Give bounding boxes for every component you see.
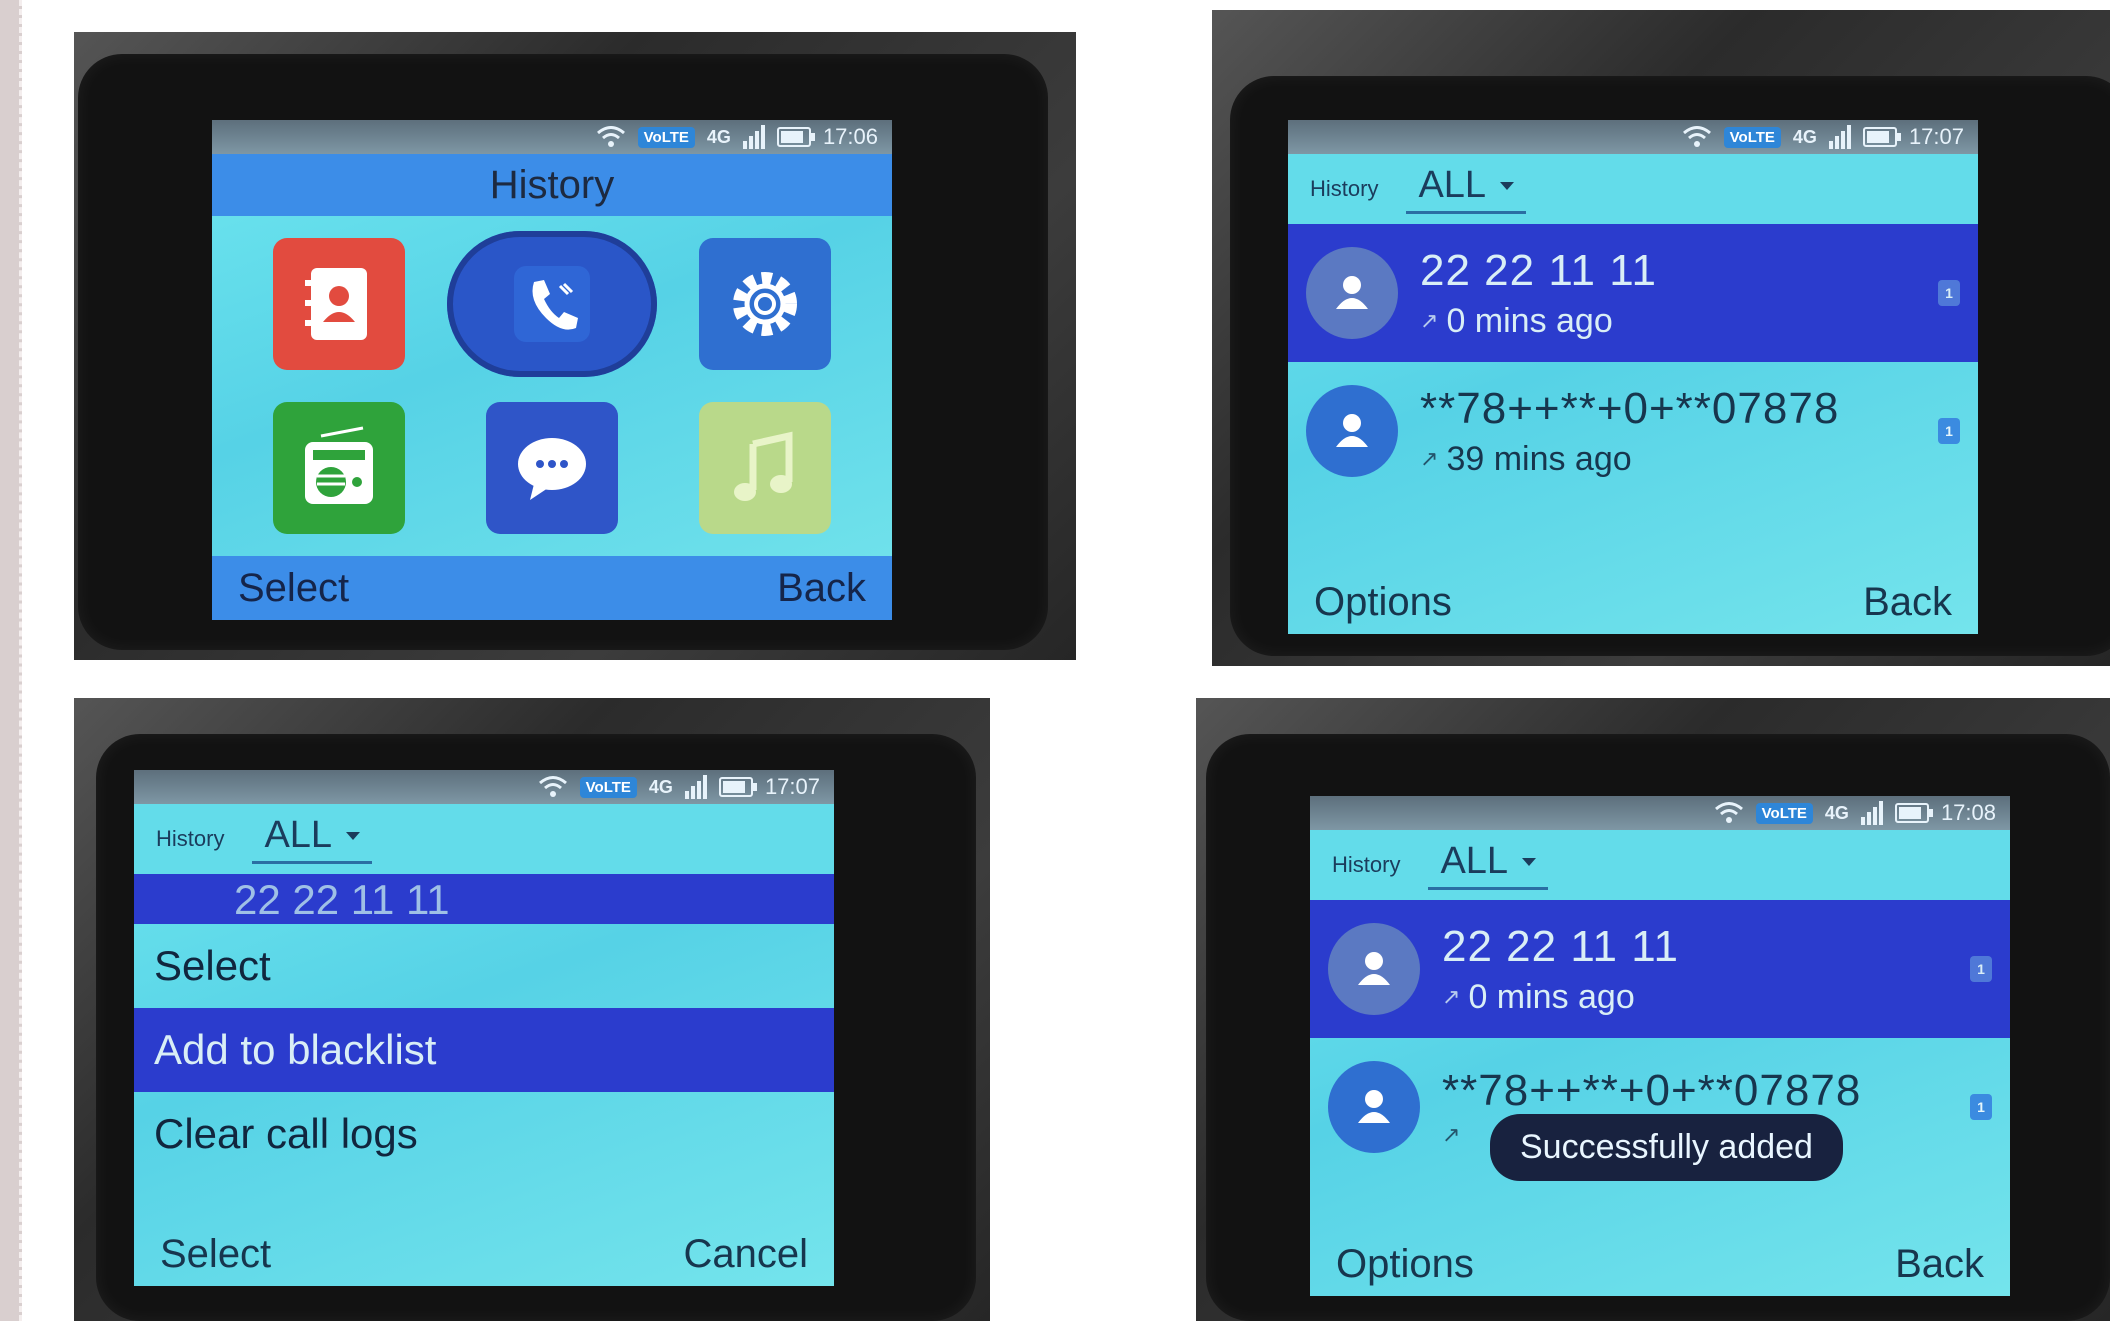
menu-item-clear-call-logs[interactable]: Clear call logs <box>134 1092 834 1176</box>
call-time: 0 mins ago <box>1446 301 1613 340</box>
network-type: 4G <box>1792 126 1817 147</box>
clock: 17:07 <box>1908 124 1964 149</box>
caret-down-icon <box>1500 181 1515 190</box>
softkey-back[interactable]: Back <box>777 566 866 611</box>
filter-value: ALL <box>264 814 333 856</box>
call-direction-icon: ↗ <box>1442 984 1461 1009</box>
softkey-back[interactable]: Back <box>1895 1242 1984 1287</box>
call-number: 22 22 11 11 <box>1442 921 1679 971</box>
call-log-row-peek: 22 22 11 11 <box>134 874 834 924</box>
battery-icon <box>776 127 815 147</box>
wifi-icon <box>1682 124 1712 150</box>
softkey-bar: Options Back <box>1310 1232 2010 1296</box>
volte-badge: VoLTE <box>637 126 695 148</box>
softkey-bar: Select Cancel <box>134 1222 834 1286</box>
status-bar: VoLTE 4G 17:07 <box>1288 120 1978 154</box>
history-label: History <box>1332 852 1401 877</box>
softkey-bar: Options Back <box>1288 570 1978 634</box>
call-direction-icon: ↗ <box>1420 308 1439 333</box>
softkey-select[interactable]: Select <box>160 1232 271 1277</box>
status-bar: VoLTE 4G 17:08 <box>1310 796 2010 830</box>
status-bar: VoLTE 4G 17:06 <box>212 120 892 154</box>
avatar-icon <box>1328 1061 1420 1153</box>
call-number: 22 22 11 11 <box>1420 245 1657 295</box>
call-log-row[interactable]: 22 22 11 11 ↗ 0 mins ago 1 <box>1310 900 2010 1038</box>
history-header: History ALL <box>1310 830 2010 900</box>
call-number: **78++**+0+**07878 <box>1420 383 1840 433</box>
app-grid <box>212 216 892 556</box>
filter-dropdown[interactable]: ALL <box>252 814 373 864</box>
call-time: 39 mins ago <box>1446 439 1632 478</box>
photo-panel-options-menu: VoLTE 4G 17:07 History ALL 22 22 11 11 S… <box>74 698 990 1321</box>
battery-icon <box>718 777 757 797</box>
history-label: History <box>156 826 225 851</box>
settings-icon[interactable] <box>699 238 832 370</box>
battery-icon <box>1894 803 1933 823</box>
menu-item-select[interactable]: Select <box>134 924 834 1008</box>
wifi-icon <box>1714 800 1744 826</box>
filter-value: ALL <box>1418 164 1487 206</box>
avatar-icon <box>1306 247 1398 339</box>
call-log-row[interactable]: **78++**+0+**07878 ↗ 39 mins ago 1 <box>1288 362 1978 500</box>
history-header: History ALL <box>1288 154 1978 224</box>
softkey-select[interactable]: Select <box>238 566 349 611</box>
battery-icon <box>1862 127 1901 147</box>
softkey-bar: Select Back <box>212 556 892 620</box>
radio-icon[interactable] <box>272 402 405 534</box>
network-type: 4G <box>648 776 673 797</box>
music-icon[interactable] <box>699 402 832 534</box>
phone-screen-home: VoLTE 4G 17:06 History Select Back <box>212 120 892 620</box>
signal-icon <box>1828 125 1851 149</box>
volte-badge: VoLTE <box>579 776 637 798</box>
sim1-icon: 1 <box>1970 1094 1992 1120</box>
wifi-icon <box>596 124 626 150</box>
photo-panel-home: VoLTE 4G 17:06 History Select Back <box>74 32 1076 660</box>
wifi-icon <box>538 774 568 800</box>
status-bar: VoLTE 4G 17:07 <box>134 770 834 804</box>
photo-panel-history-list: VoLTE 4G 17:07 History ALL 22 22 11 11 ↗… <box>1212 10 2110 666</box>
menu-item-add-to-blacklist[interactable]: Add to blacklist <box>134 1008 834 1092</box>
history-header: History ALL <box>134 804 834 874</box>
clock: 17:08 <box>1940 800 1996 825</box>
toast-message: Successfully added <box>1490 1114 1843 1181</box>
phone-screen-success: VoLTE 4G 17:08 History ALL 22 22 11 11 ↗… <box>1310 796 2010 1296</box>
messages-icon[interactable] <box>485 402 618 534</box>
contacts-icon[interactable] <box>272 238 405 370</box>
photo-panel-success: VoLTE 4G 17:08 History ALL 22 22 11 11 ↗… <box>1196 698 2110 1321</box>
clock: 17:06 <box>822 124 878 149</box>
sim1-icon: 1 <box>1938 280 1960 306</box>
softkey-cancel[interactable]: Cancel <box>683 1232 808 1277</box>
filter-dropdown[interactable]: ALL <box>1406 164 1527 214</box>
signal-icon <box>684 775 707 799</box>
filter-value: ALL <box>1440 840 1509 882</box>
filter-dropdown[interactable]: ALL <box>1428 840 1549 890</box>
sim1-icon: 1 <box>1970 956 1992 982</box>
signal-icon <box>1860 801 1883 825</box>
softkey-options[interactable]: Options <box>1336 1242 1474 1287</box>
call-time: 0 mins ago <box>1468 977 1635 1016</box>
clock: 17:07 <box>764 774 820 799</box>
history-label: History <box>1310 176 1379 201</box>
call-log-row[interactable]: 22 22 11 11 ↗ 0 mins ago 1 <box>1288 224 1978 362</box>
image-edge-strip <box>0 0 22 1321</box>
sim1-icon: 1 <box>1938 418 1960 444</box>
network-type: 4G <box>706 126 731 147</box>
avatar-icon <box>1328 923 1420 1015</box>
caret-down-icon <box>346 831 361 840</box>
softkey-options[interactable]: Options <box>1314 580 1452 625</box>
caret-down-icon <box>1522 857 1537 866</box>
phone-screen-history: VoLTE 4G 17:07 History ALL 22 22 11 11 ↗… <box>1288 120 1978 634</box>
volte-badge: VoLTE <box>1755 802 1813 824</box>
network-type: 4G <box>1824 802 1849 823</box>
volte-badge: VoLTE <box>1723 126 1781 148</box>
phone-icon[interactable] <box>446 231 657 377</box>
softkey-back[interactable]: Back <box>1863 580 1952 625</box>
call-direction-icon: ↗ <box>1442 1122 1461 1147</box>
call-number: **78++**+0+**07878 <box>1442 1066 1862 1115</box>
page-title: History <box>212 154 892 216</box>
avatar-icon <box>1306 385 1398 477</box>
phone-screen-menu: VoLTE 4G 17:07 History ALL 22 22 11 11 S… <box>134 770 834 1286</box>
signal-icon <box>742 125 765 149</box>
call-direction-icon: ↗ <box>1420 446 1439 471</box>
